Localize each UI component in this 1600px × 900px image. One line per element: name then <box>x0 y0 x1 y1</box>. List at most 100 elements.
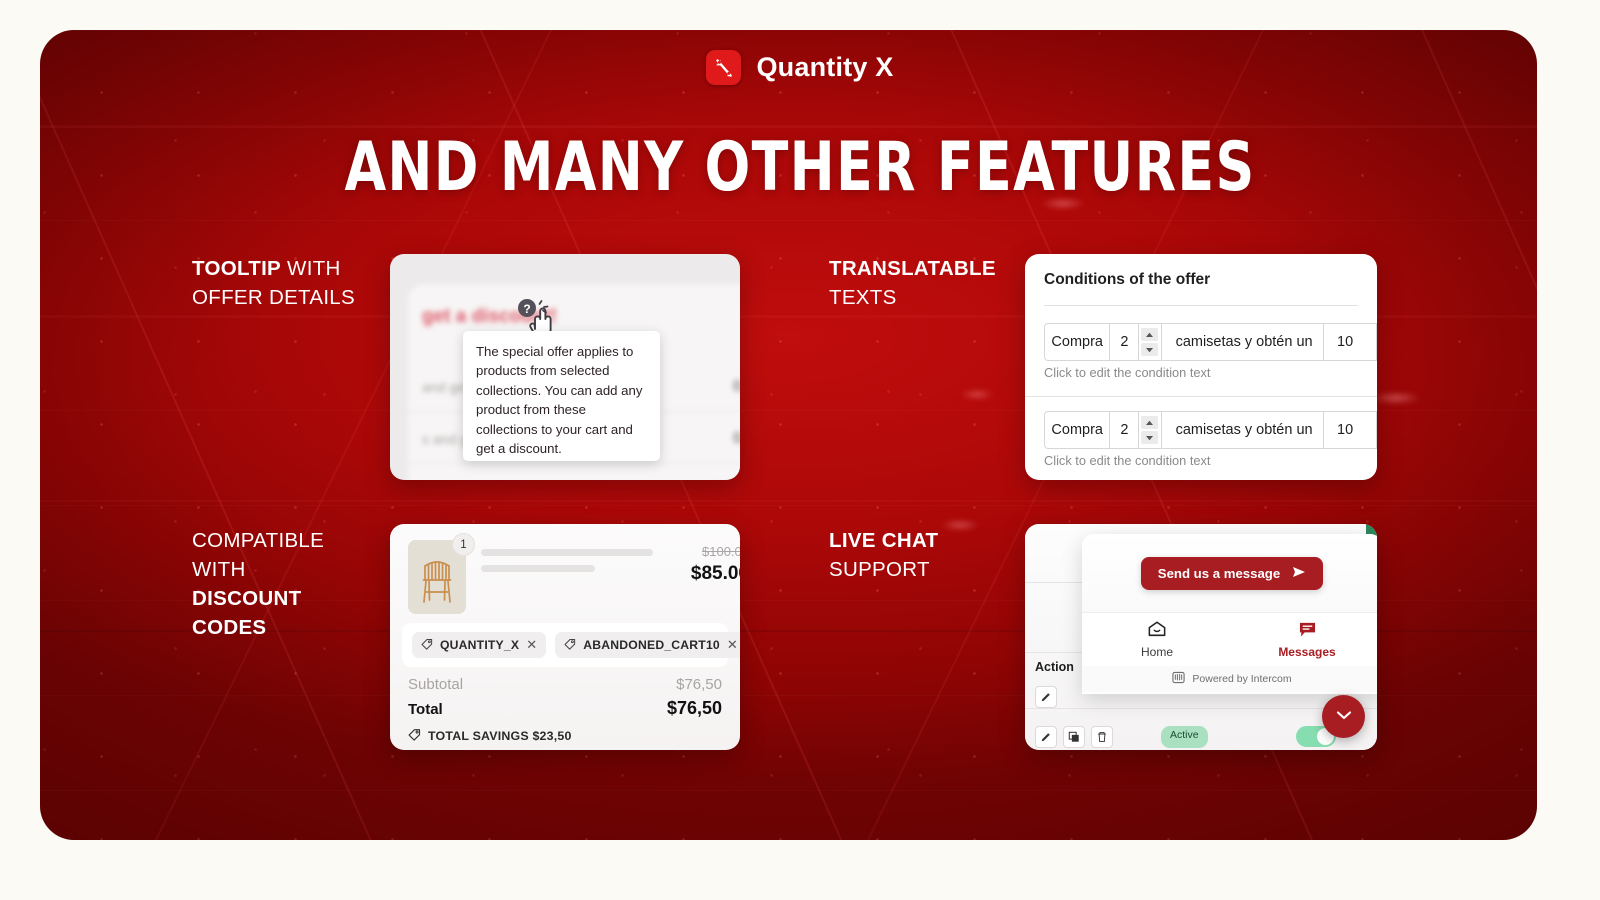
total-value: $76,50 <box>666 698 722 718</box>
brand-header: Quantity X <box>0 50 1600 85</box>
intercom-powered-by-label: Powered by Intercom <box>1192 673 1292 685</box>
divider <box>1025 396 1377 397</box>
cart-totals: Subtotal $76,50 Total $76,50 TOTAL SAVIN… <box>390 667 740 744</box>
intercom-widget: Send us a message Home Messages Powered … <box>1082 534 1377 694</box>
admin-row-icons: Active <box>1035 726 1336 748</box>
total-savings-label: TOTAL SAVINGS $23,50 <box>428 729 572 743</box>
caret-up-icon[interactable] <box>1141 328 1159 341</box>
chat-collapse-button[interactable] <box>1322 695 1365 738</box>
total-label: Total <box>408 701 443 718</box>
cart-line-item: 1 $100.00 $85.00 <box>390 524 740 614</box>
condition-hint: Click to edit the condition text <box>1044 365 1211 380</box>
product-title-skeleton <box>466 540 653 614</box>
original-price: $100.00 <box>702 544 740 559</box>
condition-quantity-input[interactable]: 2 <box>1110 323 1140 361</box>
offer-row-amount: 0,00 <box>732 377 740 395</box>
feature-label-discount-codes: COMPATIBLE WITH DISCOUNT CODES <box>192 526 392 642</box>
product-thumbnail-wrap: 1 <box>408 533 475 614</box>
cart-screenshot: 1 $100.00 $85.00 QUANTITY_X ✕ <box>390 524 740 750</box>
caret-up-icon[interactable] <box>1141 416 1159 429</box>
admin-actions-header: Action <box>1035 660 1074 674</box>
feature-label-discount-light-2: WITH <box>192 558 246 582</box>
condition-row: Compra 2 camisetas y obtén un 10 <box>1044 323 1377 361</box>
subtotal-value: $76,50 <box>676 676 722 693</box>
home-icon <box>1147 620 1167 641</box>
feature-label-discount-bold-2: CODES <box>192 616 267 640</box>
feature-label-tooltip-bold: TOOLTIP <box>192 257 282 280</box>
condition-text-input[interactable]: camisetas y obtén un <box>1161 411 1325 449</box>
send-us-a-message-button[interactable]: Send us a message <box>1140 556 1324 590</box>
discount-code-chip[interactable]: QUANTITY_X ✕ <box>412 632 547 658</box>
intercom-nav-home-label: Home <box>1140 645 1173 659</box>
condition-hint: Click to edit the condition text <box>1044 453 1211 468</box>
discount-code-chip[interactable]: ABANDONED_CART10 ✕ <box>555 632 740 658</box>
condition-prefix: Compra <box>1044 411 1111 449</box>
feature-label-tooltip-line2: OFFER DETAILS <box>192 286 355 310</box>
offer-row-prefix: and get <box>422 378 469 395</box>
divider <box>1044 305 1358 306</box>
send-button-label: Send us a message <box>1157 565 1281 581</box>
feature-label-discount-light-1: COMPATIBLE <box>192 529 325 552</box>
discount-codes-list: QUANTITY_X ✕ ABANDONED_CART10 ✕ <box>402 623 740 667</box>
condition-quantity-stepper[interactable] <box>1139 411 1162 449</box>
edit-pencil-icon[interactable] <box>1035 686 1057 708</box>
price-block: $100.00 $85.00 <box>653 540 740 614</box>
intercom-nav: Home Messages <box>1082 612 1377 666</box>
close-icon[interactable]: ✕ <box>727 637 738 653</box>
intercom-nav-messages[interactable]: Messages <box>1232 613 1377 666</box>
status-badge: Active <box>1161 726 1208 748</box>
feature-label-translatable: TRANSLATABLE TEXTS <box>829 254 1029 312</box>
feature-label-discount-bold-1: DISCOUNT <box>192 587 302 611</box>
condition-row: Compra 2 camisetas y obtén un 10 <box>1044 411 1377 449</box>
feature-label-translatable-light: TEXTS <box>829 286 897 310</box>
condition-amount-input[interactable]: 10 <box>1324 323 1377 361</box>
offer-row-amount: 0,00 <box>732 429 740 447</box>
discount-code-label: ABANDONED_CART10 <box>583 638 720 652</box>
intercom-nav-messages-label: Messages <box>1278 644 1336 659</box>
discount-code-label: QUANTITY_X <box>440 638 520 652</box>
delete-trash-icon[interactable] <box>1091 726 1113 748</box>
intercom-nav-home[interactable]: Home <box>1082 613 1232 666</box>
page-title: AND MANY OTHER FEATURES <box>344 128 1256 207</box>
tooltip-bubble: The special offer applies to products fr… <box>463 331 660 461</box>
condition-text-input[interactable]: camisetas y obtén un <box>1161 323 1325 361</box>
condition-prefix: Compra <box>1044 323 1111 361</box>
total-row: Total $76,50 <box>408 698 722 719</box>
svg-text:?: ? <box>523 302 530 316</box>
condition-quantity-input[interactable]: 2 <box>1110 411 1140 449</box>
skeleton-line <box>481 565 595 572</box>
feature-label-live-chat: LIVE CHAT SUPPORT <box>829 526 1029 584</box>
feature-label-live-chat-bold: LIVE CHAT <box>829 529 939 552</box>
tag-icon <box>421 638 433 653</box>
edit-pencil-icon[interactable] <box>1035 726 1057 748</box>
chevron-down-icon <box>1335 708 1353 726</box>
duplicate-icon[interactable] <box>1063 726 1085 748</box>
messages-icon <box>1298 621 1317 641</box>
total-savings-row: TOTAL SAVINGS $23,50 <box>408 728 722 744</box>
discounted-price: $85.00 <box>690 563 740 584</box>
condition-amount-input[interactable]: 10 <box>1324 411 1377 449</box>
intercom-logo-icon <box>1172 671 1186 687</box>
feature-label-tooltip-light: WITH <box>287 257 341 280</box>
tag-icon <box>408 728 421 744</box>
conditions-screenshot: Conditions of the offer Compra 2 camiset… <box>1025 254 1377 480</box>
feature-label-tooltip: TOOLTIP WITH OFFER DETAILS <box>192 254 372 312</box>
admin-row-icons <box>1035 686 1057 708</box>
intercom-powered-by: Powered by Intercom <box>1082 666 1377 692</box>
feature-label-translatable-bold: TRANSLATABLE <box>829 257 996 280</box>
brand-name: Quantity X <box>756 52 894 82</box>
skeleton-line <box>481 549 653 556</box>
intercom-message-area: Send us a message <box>1082 534 1377 612</box>
percent-scissors-icon <box>706 50 742 85</box>
caret-down-icon[interactable] <box>1141 343 1159 356</box>
feature-label-live-chat-light: SUPPORT <box>829 558 930 582</box>
subtotal-label: Subtotal <box>408 676 464 693</box>
conditions-title: Conditions of the offer <box>1044 271 1211 288</box>
tag-icon <box>564 638 576 653</box>
subtotal-row: Subtotal $76,50 <box>408 676 722 693</box>
offer-row: and get 20% off on em $20,00 <box>408 466 740 480</box>
paper-plane-icon <box>1292 566 1306 581</box>
condition-quantity-stepper[interactable] <box>1139 323 1162 361</box>
caret-down-icon[interactable] <box>1141 431 1159 444</box>
close-icon[interactable]: ✕ <box>526 637 537 653</box>
